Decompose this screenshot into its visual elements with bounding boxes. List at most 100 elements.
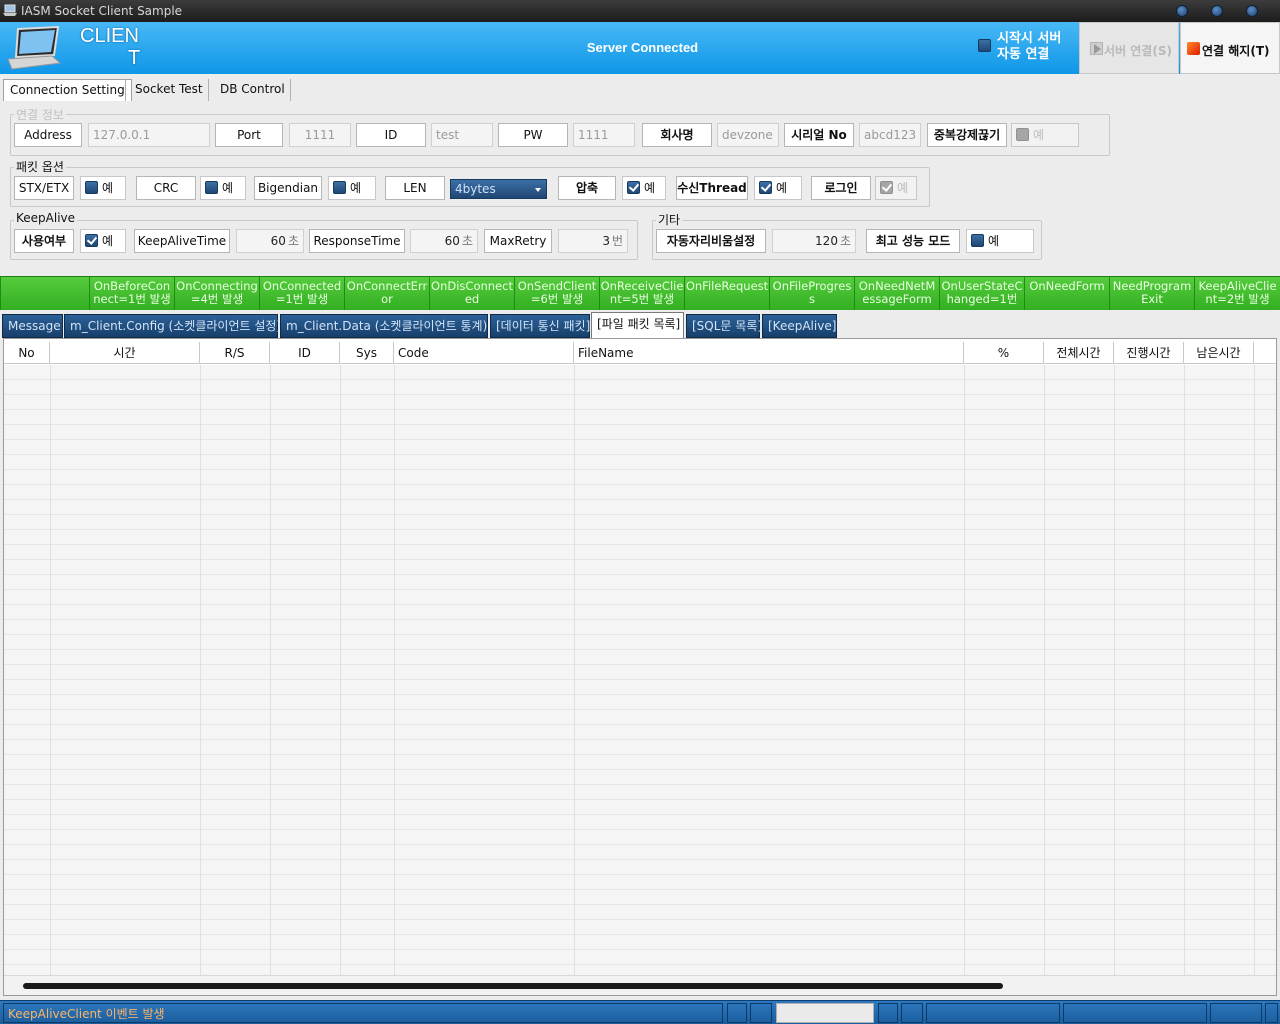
- recv-thread-checkbox[interactable]: 예: [754, 176, 802, 200]
- tab-client-data[interactable]: m_Client.Data (소켓클라이언트 통계): [280, 314, 488, 338]
- response-time-input[interactable]: 60 초: [410, 229, 478, 253]
- id-input[interactable]: test: [431, 123, 493, 147]
- status-bar: KeepAliveClient 이벤트 발생: [0, 1000, 1280, 1024]
- event-cell: OnBeforeCon nect=1번 발생: [89, 277, 174, 310]
- compress-checkbox[interactable]: 예: [622, 176, 666, 200]
- column-header-no[interactable]: No: [4, 342, 50, 364]
- column-divider: [574, 365, 575, 975]
- disconnect-label: 연결 해지(T): [1202, 44, 1270, 58]
- tab-keepalive[interactable]: [KeepAlive]: [762, 314, 837, 338]
- title-bar: IASM Socket Client Sample: [0, 0, 1280, 22]
- connect-server-button[interactable]: 서버 연결(S): [1079, 22, 1179, 74]
- address-input[interactable]: 127.0.0.1: [88, 123, 210, 147]
- port-label: Port: [215, 123, 283, 147]
- tab-socket-test[interactable]: Socket Test: [129, 79, 209, 101]
- column-header-elapsed-time[interactable]: 진행시간: [1114, 342, 1184, 364]
- laptop-icon: [7, 25, 62, 70]
- tab-db-control[interactable]: DB Control: [214, 79, 291, 101]
- checkbox-icon: [85, 234, 98, 247]
- checkbox-icon: [759, 181, 772, 194]
- keepalive-use-check-label: 예: [102, 234, 114, 248]
- len-select[interactable]: 4bytes: [450, 179, 547, 199]
- bigendian-checkbox[interactable]: 예: [328, 176, 376, 200]
- company-input[interactable]: devzone: [717, 123, 779, 147]
- column-header-total-time[interactable]: 전체시간: [1044, 342, 1114, 364]
- login-checkbox[interactable]: 예: [875, 176, 917, 200]
- tab-connection-setting[interactable]: Connection Setting: [3, 79, 132, 101]
- status-panel: [1063, 1003, 1207, 1023]
- perf-mode-label: 최고 성능 모드: [866, 229, 960, 253]
- event-line-2: or: [381, 292, 393, 306]
- event-cell: KeepAliveClie nt=2번 발생: [1194, 277, 1280, 310]
- tab-separator: [125, 79, 126, 101]
- dup-disconnect-checkbox[interactable]: 예: [1011, 123, 1079, 147]
- play-icon: [1090, 42, 1103, 55]
- perf-mode-checkbox[interactable]: 예: [966, 229, 1034, 253]
- packet-group-title: 패킷 옵션: [14, 158, 66, 175]
- event-line-2: nt=5번 발생: [609, 292, 675, 306]
- tab-data-packets[interactable]: [데이터 통신 패킷]: [490, 314, 590, 338]
- crc-label: CRC: [136, 176, 196, 200]
- event-cell: OnConnected =1번 발생: [259, 277, 344, 310]
- auto-away-value: 120: [815, 234, 838, 248]
- checkbox-icon: [85, 181, 98, 194]
- auto-away-input[interactable]: 120 초: [772, 229, 856, 253]
- recv-thread-check-label: 예: [776, 181, 788, 195]
- etc-group-title: 기타: [656, 211, 683, 228]
- column-header-filename[interactable]: FileName: [574, 342, 964, 364]
- compress-label: 압축: [558, 176, 616, 200]
- column-header-sys[interactable]: Sys: [340, 342, 394, 364]
- column-header-time[interactable]: 시간: [50, 342, 200, 364]
- event-cell: [0, 277, 89, 310]
- serial-input[interactable]: abcd123: [859, 123, 921, 147]
- event-line-2: s: [809, 292, 815, 306]
- scrollbar-thumb[interactable]: [23, 983, 1003, 989]
- keepalive-time-value: 60: [270, 234, 286, 248]
- stx-etx-checkbox[interactable]: 예: [80, 176, 126, 200]
- tab-file-packets[interactable]: [파일 패킷 목록]: [591, 312, 684, 338]
- max-retry-label: MaxRetry: [484, 229, 552, 253]
- event-cell: OnSendClient =6번 발생: [514, 277, 599, 310]
- horizontal-scrollbar[interactable]: [4, 975, 1276, 995]
- column-header-code[interactable]: Code: [394, 342, 574, 364]
- checkbox-icon: [971, 234, 984, 247]
- tab-client-config[interactable]: m_Client.Config (소켓클라이언트 설정): [64, 314, 281, 338]
- column-header-remaining-time[interactable]: 남은시간: [1184, 342, 1254, 364]
- pw-input[interactable]: 1111: [573, 123, 635, 147]
- window-title: IASM Socket Client Sample: [21, 4, 183, 18]
- grid-body[interactable]: [4, 365, 1276, 975]
- column-divider: [340, 365, 341, 975]
- auto-away-unit: 초: [839, 234, 851, 248]
- tab-sql-list[interactable]: [SQL문 목록]: [686, 314, 762, 338]
- event-cell: NeedProgram Exit: [1109, 277, 1194, 310]
- tab-message[interactable]: Message: [2, 314, 63, 338]
- port-input[interactable]: 1111: [289, 123, 351, 147]
- app-icon: [3, 4, 17, 16]
- crc-checkbox[interactable]: 예: [200, 176, 246, 200]
- status-panel: [878, 1003, 898, 1023]
- max-retry-input[interactable]: 3번: [558, 229, 628, 253]
- event-cell: OnReceiveClie nt=5번 발생: [599, 277, 684, 310]
- keepalive-use-checkbox[interactable]: 예: [80, 229, 126, 253]
- keepalive-time-input[interactable]: 60 초: [236, 229, 304, 253]
- close-button[interactable]: [1246, 5, 1258, 17]
- minimize-button[interactable]: [1176, 5, 1188, 17]
- event-cell: OnConnectErr or: [344, 277, 429, 310]
- column-divider: [1114, 365, 1115, 975]
- auto-connect-checkbox[interactable]: [978, 39, 991, 52]
- column-header-id[interactable]: ID: [270, 342, 340, 364]
- event-line-2: =1번 발생: [275, 292, 329, 306]
- column-header-rs[interactable]: R/S: [200, 342, 270, 364]
- column-divider: [270, 365, 271, 975]
- event-cell: OnFileRequest: [684, 277, 769, 310]
- maximize-button[interactable]: [1211, 5, 1223, 17]
- event-line-2: essageForm: [862, 292, 932, 306]
- bigendian-label: Bigendian: [254, 176, 322, 200]
- disconnect-button[interactable]: 연결 해지(T): [1180, 22, 1280, 74]
- event-line-1: OnFileRequest: [685, 279, 769, 293]
- event-cell: OnNeedNetM essageForm: [854, 277, 939, 310]
- logo-line-1: CLIEN: [80, 25, 139, 47]
- column-divider: [1254, 365, 1255, 975]
- keepalive-group-title: KeepAlive: [14, 211, 78, 225]
- column-header-percent[interactable]: %: [964, 342, 1044, 364]
